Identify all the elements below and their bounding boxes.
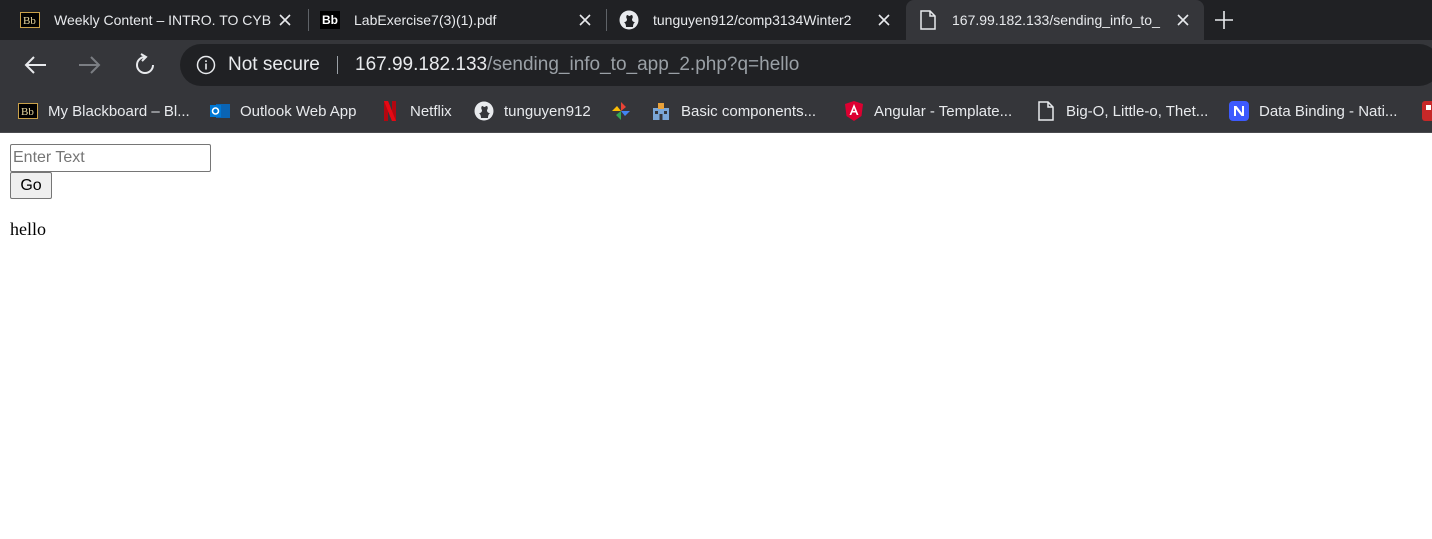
outlook-icon bbox=[210, 101, 230, 121]
plus-icon bbox=[1215, 11, 1233, 29]
tab-active-page[interactable]: 167.99.182.133/sending_info_to_ bbox=[906, 0, 1204, 40]
bookmark-pinwheel[interactable] bbox=[611, 100, 641, 122]
bookmark-label: Data Binding - Nati... bbox=[1259, 102, 1398, 120]
bookmark-my-blackboard[interactable]: Bb My Blackboard – Bl... bbox=[18, 100, 190, 122]
back-arrow-icon bbox=[24, 56, 46, 74]
go-button[interactable]: Go bbox=[10, 172, 52, 199]
angular-icon bbox=[844, 101, 864, 121]
bookmarks-bar: Bb My Blackboard – Bl... Outlook Web App… bbox=[0, 90, 1432, 133]
close-icon[interactable] bbox=[576, 11, 594, 29]
close-icon[interactable] bbox=[875, 11, 893, 29]
bookmark-label: Basic components... bbox=[681, 102, 817, 120]
pinwheel-icon bbox=[611, 101, 631, 121]
reload-icon bbox=[136, 53, 154, 74]
tab-github-repo[interactable]: tunguyen912/comp3134Winter2 bbox=[607, 0, 905, 40]
back-button[interactable] bbox=[21, 51, 49, 79]
bookmark-basic-components[interactable]: Basic components... bbox=[651, 100, 816, 122]
blackboard-icon: Bb bbox=[18, 101, 38, 121]
page-icon bbox=[1036, 101, 1056, 121]
text-input[interactable] bbox=[10, 144, 211, 172]
blackboard-icon: Bb bbox=[20, 11, 40, 29]
tab-title: Weekly Content – INTRO. TO CYB bbox=[54, 12, 272, 28]
omnibox-divider bbox=[337, 56, 338, 74]
url-path: /sending_info_to_app_2.php?q=hello bbox=[487, 54, 800, 75]
github-icon bbox=[619, 10, 639, 30]
bookmark-label: Big-O, Little-o, Thet... bbox=[1066, 102, 1209, 120]
bookmark-overflow[interactable] bbox=[1422, 100, 1432, 122]
reload-button[interactable] bbox=[131, 51, 159, 79]
forward-button[interactable] bbox=[76, 51, 104, 79]
security-status[interactable]: Not secure bbox=[228, 55, 320, 75]
info-icon[interactable] bbox=[196, 55, 216, 75]
tab-title: LabExercise7(3)(1).pdf bbox=[354, 12, 497, 28]
blackboard-icon: Bb bbox=[320, 11, 340, 29]
close-icon[interactable] bbox=[276, 11, 294, 29]
address-bar[interactable]: Not secure 167.99.182.133/sending_info_t… bbox=[180, 44, 1432, 86]
toolbar: Not secure 167.99.182.133/sending_info_t… bbox=[0, 40, 1432, 90]
github-icon bbox=[474, 101, 494, 121]
netflix-icon bbox=[380, 101, 400, 121]
bookmark-red-icon bbox=[1422, 101, 1432, 121]
bookmark-outlook[interactable]: Outlook Web App bbox=[210, 100, 356, 122]
building-icon bbox=[651, 101, 671, 121]
svg-text:Bb: Bb bbox=[322, 13, 338, 27]
url-host: 167.99.182.133 bbox=[355, 54, 488, 75]
bookmark-github-user[interactable]: tunguyen912 bbox=[474, 100, 591, 122]
bookmark-label: Netflix bbox=[410, 102, 452, 120]
svg-text:Bb: Bb bbox=[23, 15, 36, 27]
bookmark-label: Angular - Template... bbox=[874, 102, 1013, 120]
result-text: hello bbox=[10, 219, 46, 239]
forward-arrow-icon bbox=[79, 56, 101, 74]
tab-strip: Bb Weekly Content – INTRO. TO CYB Bb Lab… bbox=[0, 0, 1432, 40]
tab-lab-exercise[interactable]: Bb LabExercise7(3)(1).pdf bbox=[308, 0, 606, 40]
url-text[interactable]: 167.99.182.133/sending_info_to_app_2.php… bbox=[355, 55, 799, 75]
bookmark-netflix[interactable]: Netflix bbox=[380, 100, 452, 122]
close-icon[interactable] bbox=[1174, 11, 1192, 29]
bookmark-label: My Blackboard – Bl... bbox=[48, 102, 190, 120]
tab-weekly-content[interactable]: Bb Weekly Content – INTRO. TO CYB bbox=[8, 0, 306, 40]
page-content: Go hello bbox=[0, 133, 1432, 539]
bookmark-label: tunguyen912 bbox=[504, 102, 591, 120]
tab-title: 167.99.182.133/sending_info_to_ bbox=[952, 12, 1160, 28]
tab-title: tunguyen912/comp3134Winter2 bbox=[653, 12, 852, 28]
page-icon bbox=[918, 10, 938, 30]
svg-text:Bb: Bb bbox=[21, 106, 34, 118]
nativescript-icon bbox=[1229, 101, 1249, 121]
new-tab-button[interactable] bbox=[1212, 8, 1236, 32]
bookmark-label: Outlook Web App bbox=[240, 102, 357, 120]
bookmark-angular[interactable]: Angular - Template... bbox=[844, 100, 1012, 122]
bookmark-big-o[interactable]: Big-O, Little-o, Thet... bbox=[1036, 100, 1208, 122]
bookmark-data-binding[interactable]: Data Binding - Nati... bbox=[1229, 100, 1397, 122]
